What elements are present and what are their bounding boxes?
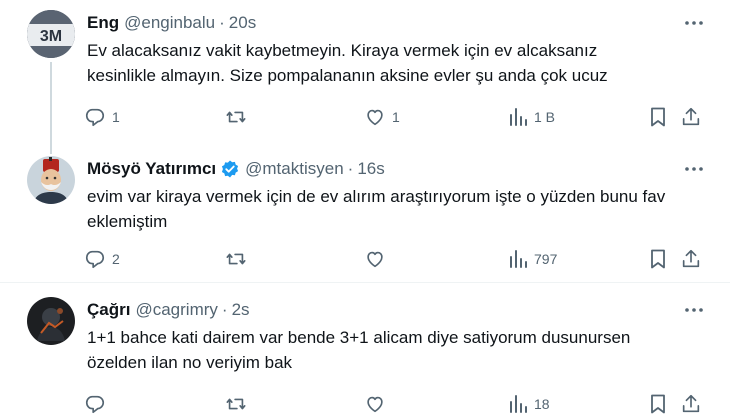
tweet-header: Çağrı @cagrimry · 2s bbox=[87, 299, 250, 321]
tweet-text: Ev alacaksanız vakit kaybetmeyin. Kiraya… bbox=[87, 41, 608, 85]
avatar[interactable] bbox=[27, 156, 75, 204]
like-button[interactable] bbox=[364, 247, 392, 271]
reply-count: 1 bbox=[112, 109, 120, 125]
display-name[interactable]: Çağrı bbox=[87, 300, 130, 320]
like-count: 1 bbox=[392, 109, 400, 125]
handle[interactable]: @enginbalu bbox=[124, 13, 215, 33]
views-button[interactable]: 797 bbox=[508, 247, 557, 271]
thread-line bbox=[50, 146, 52, 154]
views-icon bbox=[510, 108, 527, 126]
handle[interactable]: @mtaktisyen bbox=[245, 159, 344, 179]
views-count: 1 B bbox=[534, 109, 556, 125]
tweet-text: 1+1 bahce kati dairem var bende 3+1 alic… bbox=[87, 328, 631, 372]
tweet-3[interactable]: Çağrı @cagrimry · 2s 1+1 bahce kati dair… bbox=[0, 283, 730, 420]
avatar[interactable]: 3M bbox=[27, 10, 75, 58]
action-bar: 2 797 bbox=[84, 247, 714, 271]
retweet-icon bbox=[226, 253, 246, 265]
more-icon[interactable] bbox=[682, 159, 706, 179]
share-icon bbox=[682, 394, 700, 413]
share-icon bbox=[682, 107, 700, 126]
reply-button[interactable]: 1 bbox=[84, 105, 120, 129]
share-button[interactable] bbox=[680, 392, 702, 416]
reply-count: 2 bbox=[112, 251, 120, 267]
retweet-icon bbox=[226, 111, 246, 123]
like-button[interactable] bbox=[364, 392, 392, 416]
bookmark-button[interactable] bbox=[648, 105, 668, 129]
more-icon[interactable] bbox=[682, 13, 706, 33]
tweet-text: evim var kiraya vermek için de ev alırım… bbox=[87, 187, 666, 231]
timestamp[interactable]: 2s bbox=[232, 300, 250, 320]
views-icon bbox=[510, 395, 527, 413]
retweet-button[interactable] bbox=[224, 392, 254, 416]
reply-button[interactable]: 2 bbox=[84, 247, 120, 271]
like-icon bbox=[367, 396, 383, 413]
like-icon bbox=[367, 109, 383, 126]
reply-icon bbox=[85, 250, 105, 269]
retweet-icon bbox=[226, 398, 246, 410]
verified-icon[interactable] bbox=[220, 159, 240, 179]
reply-button[interactable] bbox=[84, 392, 112, 416]
thread-line bbox=[50, 62, 52, 146]
tweet-2[interactable]: Mösyö Yatırımcı @mtaktisyen · 16s evim v… bbox=[0, 146, 730, 280]
bookmark-icon bbox=[651, 107, 665, 127]
more-icon[interactable] bbox=[682, 300, 706, 320]
tweet-header: Mösyö Yatırımcı @mtaktisyen · 16s bbox=[87, 158, 385, 180]
bookmark-button[interactable] bbox=[648, 392, 668, 416]
reply-icon bbox=[85, 395, 105, 414]
share-button[interactable] bbox=[680, 105, 702, 129]
like-icon bbox=[367, 251, 383, 268]
action-bar: 1 1 1 B bbox=[84, 105, 714, 129]
tweet-1[interactable]: 3M Eng @enginbalu · 20s Ev alacaksanız v… bbox=[0, 0, 730, 146]
share-button[interactable] bbox=[680, 247, 702, 271]
separator-dot: · bbox=[221, 300, 228, 319]
retweet-button[interactable] bbox=[224, 247, 254, 271]
share-icon bbox=[682, 249, 700, 268]
display-name[interactable]: Eng bbox=[87, 13, 119, 33]
views-count: 18 bbox=[534, 396, 550, 412]
retweet-button[interactable] bbox=[224, 105, 254, 129]
timestamp[interactable]: 16s bbox=[357, 159, 384, 179]
action-bar: 18 bbox=[84, 392, 714, 416]
avatar[interactable] bbox=[27, 297, 75, 345]
display-name[interactable]: Mösyö Yatırımcı bbox=[87, 159, 216, 179]
tweet-header: Eng @enginbalu · 20s bbox=[87, 12, 256, 34]
avatar-logo-text: 3M bbox=[40, 28, 62, 45]
handle[interactable]: @cagrimry bbox=[135, 300, 217, 320]
views-button[interactable]: 1 B bbox=[508, 105, 555, 129]
views-button[interactable]: 18 bbox=[508, 392, 550, 416]
separator-dot: · bbox=[347, 159, 354, 178]
separator-dot: · bbox=[219, 13, 225, 32]
views-count: 797 bbox=[534, 251, 558, 267]
timestamp[interactable]: 20s bbox=[229, 13, 256, 33]
reply-icon bbox=[85, 108, 105, 127]
bookmark-icon bbox=[651, 394, 665, 414]
bookmark-icon bbox=[651, 249, 665, 269]
like-button[interactable]: 1 bbox=[364, 105, 400, 129]
bookmark-button[interactable] bbox=[648, 247, 668, 271]
views-icon bbox=[510, 250, 527, 268]
